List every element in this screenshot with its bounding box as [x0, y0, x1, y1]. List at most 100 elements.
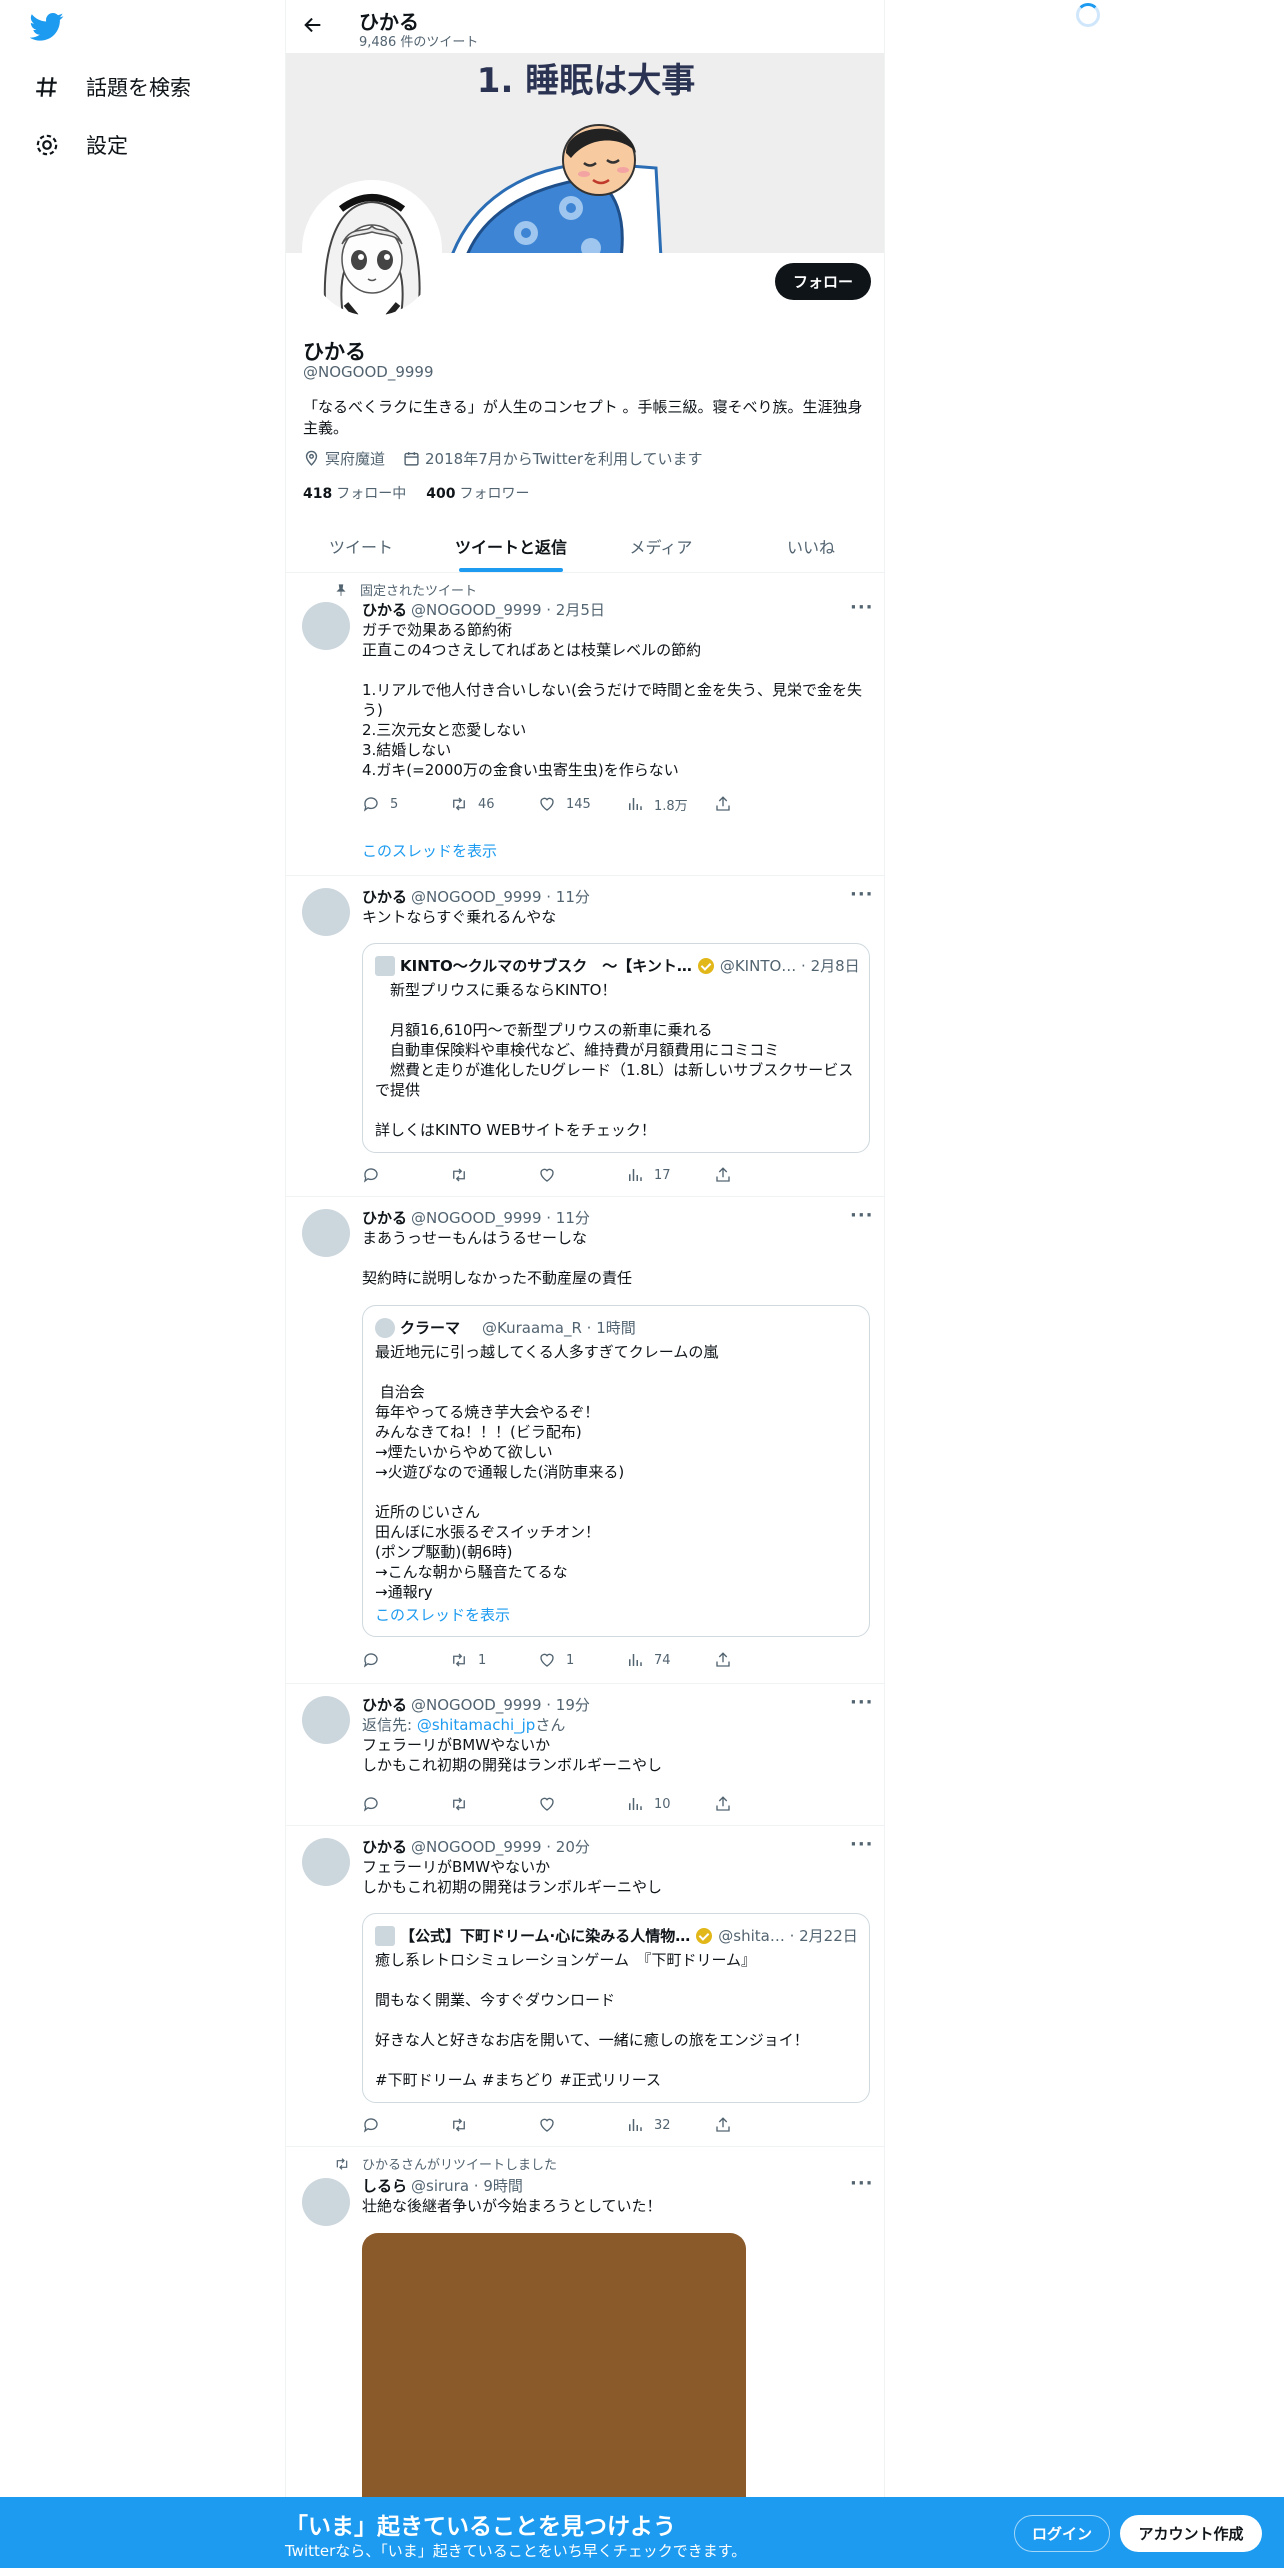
retweet-icon [453, 1797, 465, 1811]
like-button[interactable] [538, 2115, 626, 2135]
heart-icon [540, 797, 554, 811]
tweet-meta[interactable]: @NOGOOD_9999 · 11分 [411, 1209, 590, 1227]
tweet-author-name[interactable]: ひかる [362, 1696, 407, 1714]
views-button[interactable]: 10 [626, 1794, 714, 1814]
reply-prefix: 返信先: [362, 1716, 417, 1734]
following-link[interactable]: 418 フォロー中 [303, 483, 406, 503]
quoted-text: 癒し系レトロシミュレーションゲーム 『下町ドリーム』 間もなく開業、今すぐダウン… [375, 1951, 809, 2089]
tweet-text: キントならすぐ乗れるんやな [362, 908, 557, 926]
tweet-author-name[interactable]: ひかる [362, 888, 407, 906]
nav-explore[interactable]: 話題を検索 [34, 72, 191, 102]
quoted-tweet[interactable]: 【公式】下町ドリーム·心に染みる人情物… @shita… · 2月22日 癒し系レ… [362, 1913, 870, 2103]
tweet-avatar[interactable] [302, 602, 350, 650]
like-button[interactable] [538, 1165, 626, 1185]
tweet-meta[interactable]: @NOGOOD_9999 · 20分 [411, 1838, 590, 1856]
tweet-text: まあうっせーもんはうるせーしな 契約時に説明しなかった不動産屋の責任 [362, 1229, 633, 1287]
quoted-tweet[interactable]: クラーマ @Kuraama_R · 1時間 最近地元に引っ越してくる人多すぎてクレ… [362, 1305, 870, 1637]
tweet-author-name[interactable]: しるら [362, 2177, 407, 2195]
tweet-author-name[interactable]: ひかる [362, 1209, 407, 1227]
views-button[interactable]: 32 [626, 2115, 714, 2135]
views-chart-icon [629, 1169, 642, 1181]
view-count: 17 [654, 1167, 671, 1183]
profile-column: ひかる 9,486 件のツイート 1. 睡眠は大事 フォロー ひかる @NOGO… [285, 0, 885, 2500]
views-button[interactable]: 17 [626, 1165, 714, 1185]
retweet-indicator: ひかるさんがリツイートしました [334, 2154, 557, 2173]
reply-button[interactable] [362, 1794, 450, 1814]
share-button[interactable] [714, 794, 802, 814]
followers-link[interactable]: 400 フォロワー [426, 483, 529, 503]
like-button[interactable] [538, 1794, 626, 1814]
views-button[interactable]: 1.8万 [626, 794, 714, 814]
reply-suffix: さん [535, 1716, 566, 1734]
tweet-media-image[interactable] [362, 2233, 746, 2500]
gear-icon [36, 134, 58, 156]
tab-tweets-and-replies[interactable]: ツイートと返信 [436, 520, 586, 572]
tweet-reply[interactable]: ··· ひかる @NOGOOD_9999 · 19分 返信先: @shitamac… [286, 1685, 884, 1826]
tab-media[interactable]: メディア [586, 520, 736, 572]
retweet-button[interactable] [450, 2115, 538, 2135]
profile-avatar[interactable] [302, 180, 442, 320]
retweeted-label: ひかるさんがリツイートしました [362, 2158, 558, 2173]
profile-bio: 「なるべくラクに生きる」が人生のコンセプト 。手帳三級。寝そべり族。生涯独身主義… [303, 398, 863, 437]
tab-likes[interactable]: いいね [736, 520, 884, 572]
views-chart-icon [629, 1654, 642, 1666]
share-icon [716, 796, 730, 811]
like-count: 1 [566, 1652, 575, 1668]
retweet-button[interactable]: 1 [450, 1650, 538, 1670]
back-arrow-icon[interactable] [302, 14, 324, 36]
heart-icon [540, 2118, 554, 2132]
retweet-icon [453, 1653, 465, 1667]
quoted-text: 新型プリウスに乗るならKINTO！ 月額16,610円〜で新型プリウスの新車に乗… [375, 981, 854, 1139]
tweet-avatar[interactable] [302, 1696, 350, 1744]
quoted-tweet[interactable]: KINTO～クルマのサブスク ～【キント… @KINTO… · 2月8日 新型プリ… [362, 943, 870, 1153]
tweet-kuraama-quote[interactable]: ··· ひかる @NOGOOD_9999 · 11分 まあうっせーもんはうるせーし… [286, 1198, 884, 1684]
like-button[interactable]: 145 [538, 794, 626, 814]
tweet-author-name[interactable]: ひかる [362, 601, 407, 619]
follow-button[interactable]: フォロー [775, 263, 871, 300]
login-button[interactable]: ログイン [1014, 2515, 1110, 2552]
tweet-kinto[interactable]: ··· ひかる @NOGOOD_9999 · 11分 キントならすぐ乗れるんやな … [286, 877, 884, 1197]
tab-tweets[interactable]: ツイート [286, 520, 436, 572]
tweet-meta[interactable]: @NOGOOD_9999 · 19分 [411, 1696, 590, 1714]
tweet-pinned[interactable]: 固定されたツイート ··· ひかる @NOGOOD_9999 · 2月5日 ガチで… [286, 574, 884, 876]
tweet-avatar[interactable] [302, 1209, 350, 1257]
pin-icon [336, 583, 346, 596]
nav-settings-label: 設定 [86, 134, 128, 158]
tweet-author-name[interactable]: ひかる [362, 1838, 407, 1856]
quoted-show-thread-link[interactable]: このスレッドを表示 [375, 1604, 510, 1625]
profile-handle: @NOGOOD_9999 [303, 363, 434, 381]
share-button[interactable] [714, 1650, 802, 1670]
twitter-logo-icon[interactable] [30, 12, 64, 42]
nav-settings[interactable]: 設定 [34, 130, 128, 160]
share-button[interactable] [714, 1165, 802, 1185]
views-chart-icon [629, 2119, 642, 2131]
views-button[interactable]: 74 [626, 1650, 714, 1670]
profile-tabs: ツイート ツイートと返信 メディア いいね [286, 520, 884, 573]
tweet-meta[interactable]: @NOGOOD_9999 · 2月5日 [411, 601, 605, 619]
reply-count: 5 [390, 796, 399, 812]
tweet-avatar[interactable] [302, 1838, 350, 1886]
share-button[interactable] [714, 2115, 802, 2135]
like-button[interactable]: 1 [538, 1650, 626, 1670]
retweet-button[interactable]: 46 [450, 794, 538, 814]
reply-button[interactable] [362, 1165, 450, 1185]
create-account-button[interactable]: アカウント作成 [1120, 2515, 1262, 2552]
tweet-avatar[interactable] [302, 2178, 350, 2226]
share-button[interactable] [714, 1794, 802, 1814]
tweet-meta[interactable]: @NOGOOD_9999 · 11分 [411, 888, 590, 906]
retweet-button[interactable] [450, 1165, 538, 1185]
tweet-shitamachi-quote[interactable]: ··· ひかる @NOGOOD_9999 · 20分 フェラーリがBMWやないか … [286, 1827, 884, 2147]
tweet-meta[interactable]: @sirura · 9時間 [411, 2177, 523, 2195]
quoted-author-name: KINTO～クルマのサブスク ～【キント… [400, 957, 692, 975]
reply-button[interactable]: 5 [362, 794, 450, 814]
tweet-retweeted[interactable]: ひかるさんがリツイートしました ··· しるら @sirura · 9時間 壮絶な… [286, 2148, 884, 2500]
heart-icon [540, 1797, 554, 1811]
tweet-avatar[interactable] [302, 888, 350, 936]
reply-to-link[interactable]: @shitamachi_jp [417, 1716, 535, 1734]
heart-icon [540, 1168, 554, 1182]
reply-button[interactable] [362, 2115, 450, 2135]
tweet-text: フェラーリがBMWやないか しかもこれ初期の開発はランボルギーニやし [362, 1736, 663, 1774]
show-thread-link[interactable]: このスレッドを表示 [362, 840, 497, 861]
retweet-button[interactable] [450, 1794, 538, 1814]
reply-button[interactable] [362, 1650, 450, 1670]
